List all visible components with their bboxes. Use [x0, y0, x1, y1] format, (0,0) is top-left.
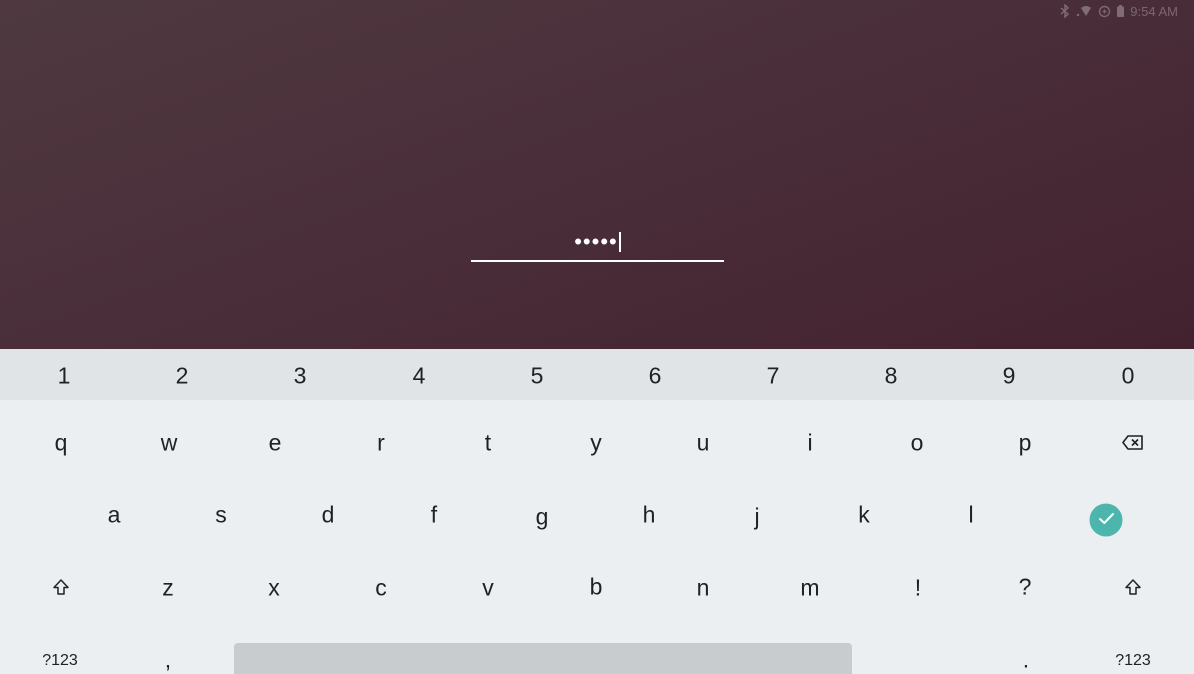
key-a[interactable]: a — [108, 503, 121, 527]
key-j[interactable]: j — [754, 505, 759, 529]
text-cursor — [618, 232, 621, 252]
key-9[interactable]: 9 — [1003, 364, 1016, 388]
status-bar: 9:54 AM — [1060, 2, 1178, 20]
key-v[interactable]: v — [482, 576, 494, 600]
key-q[interactable]: q — [55, 431, 68, 455]
key-c[interactable]: c — [375, 576, 387, 600]
data-saver-icon — [1098, 5, 1111, 18]
lockscreen-background: 9:54 AM ••••• — [0, 0, 1194, 349]
pin-masked-value: ••••• — [574, 229, 618, 254]
key-3[interactable]: 3 — [294, 364, 307, 388]
key-5[interactable]: 5 — [531, 364, 544, 388]
key-s[interactable]: s — [215, 503, 227, 527]
battery-icon — [1117, 5, 1125, 17]
key-e[interactable]: e — [269, 431, 282, 455]
screen: 9:54 AM ••••• 1 2 3 4 5 6 7 8 9 0 q w e … — [0, 0, 1194, 674]
key-k[interactable]: k — [858, 503, 870, 527]
symbols-key-left[interactable]: ?123 — [42, 653, 78, 669]
key-h[interactable]: h — [643, 503, 656, 527]
key-b[interactable]: b — [590, 575, 603, 599]
key-t[interactable]: t — [485, 431, 491, 455]
shift-icon — [53, 577, 69, 600]
key-m[interactable]: m — [800, 576, 819, 600]
key-o[interactable]: o — [911, 431, 924, 455]
shift-key-left[interactable] — [53, 577, 69, 600]
key-4[interactable]: 4 — [413, 364, 426, 388]
key-8[interactable]: 8 — [885, 364, 898, 388]
bluetooth-icon — [1060, 4, 1070, 18]
backspace-icon — [1122, 432, 1144, 455]
key-exclamation[interactable]: ! — [915, 576, 921, 600]
key-period[interactable]: . — [1023, 648, 1029, 672]
key-x[interactable]: x — [268, 576, 280, 600]
key-y[interactable]: y — [590, 431, 602, 455]
key-2[interactable]: 2 — [176, 364, 189, 388]
key-r[interactable]: r — [377, 431, 385, 455]
key-0[interactable]: 0 — [1122, 364, 1135, 388]
key-d[interactable]: d — [322, 503, 335, 527]
key-g[interactable]: g — [536, 505, 549, 529]
key-i[interactable]: i — [807, 431, 812, 455]
key-comma[interactable]: , — [165, 648, 171, 672]
pin-input-field[interactable]: ••••• — [471, 226, 724, 262]
key-n[interactable]: n — [697, 576, 710, 600]
key-question[interactable]: ? — [1019, 575, 1032, 599]
wifi-icon — [1076, 5, 1092, 18]
key-7[interactable]: 7 — [767, 364, 780, 388]
symbols-key-right[interactable]: ?123 — [1115, 653, 1151, 669]
status-time: 9:54 AM — [1130, 3, 1178, 19]
key-p[interactable]: p — [1019, 431, 1032, 455]
key-w[interactable]: w — [161, 431, 178, 455]
enter-key[interactable] — [1089, 503, 1123, 537]
key-6[interactable]: 6 — [649, 364, 662, 388]
backspace-key[interactable] — [1122, 432, 1144, 455]
key-1[interactable]: 1 — [58, 364, 71, 388]
key-l[interactable]: l — [968, 503, 973, 527]
checkmark-icon — [1098, 511, 1114, 529]
spacebar[interactable] — [234, 643, 852, 674]
key-z[interactable]: z — [162, 576, 174, 600]
number-row: 1 2 3 4 5 6 7 8 9 0 — [0, 349, 1194, 400]
key-f[interactable]: f — [431, 503, 437, 527]
shift-key-right[interactable] — [1125, 577, 1141, 600]
shift-icon — [1125, 577, 1141, 600]
soft-keyboard: 1 2 3 4 5 6 7 8 9 0 q w e r t y u i o p … — [0, 349, 1194, 674]
key-u[interactable]: u — [697, 431, 710, 455]
